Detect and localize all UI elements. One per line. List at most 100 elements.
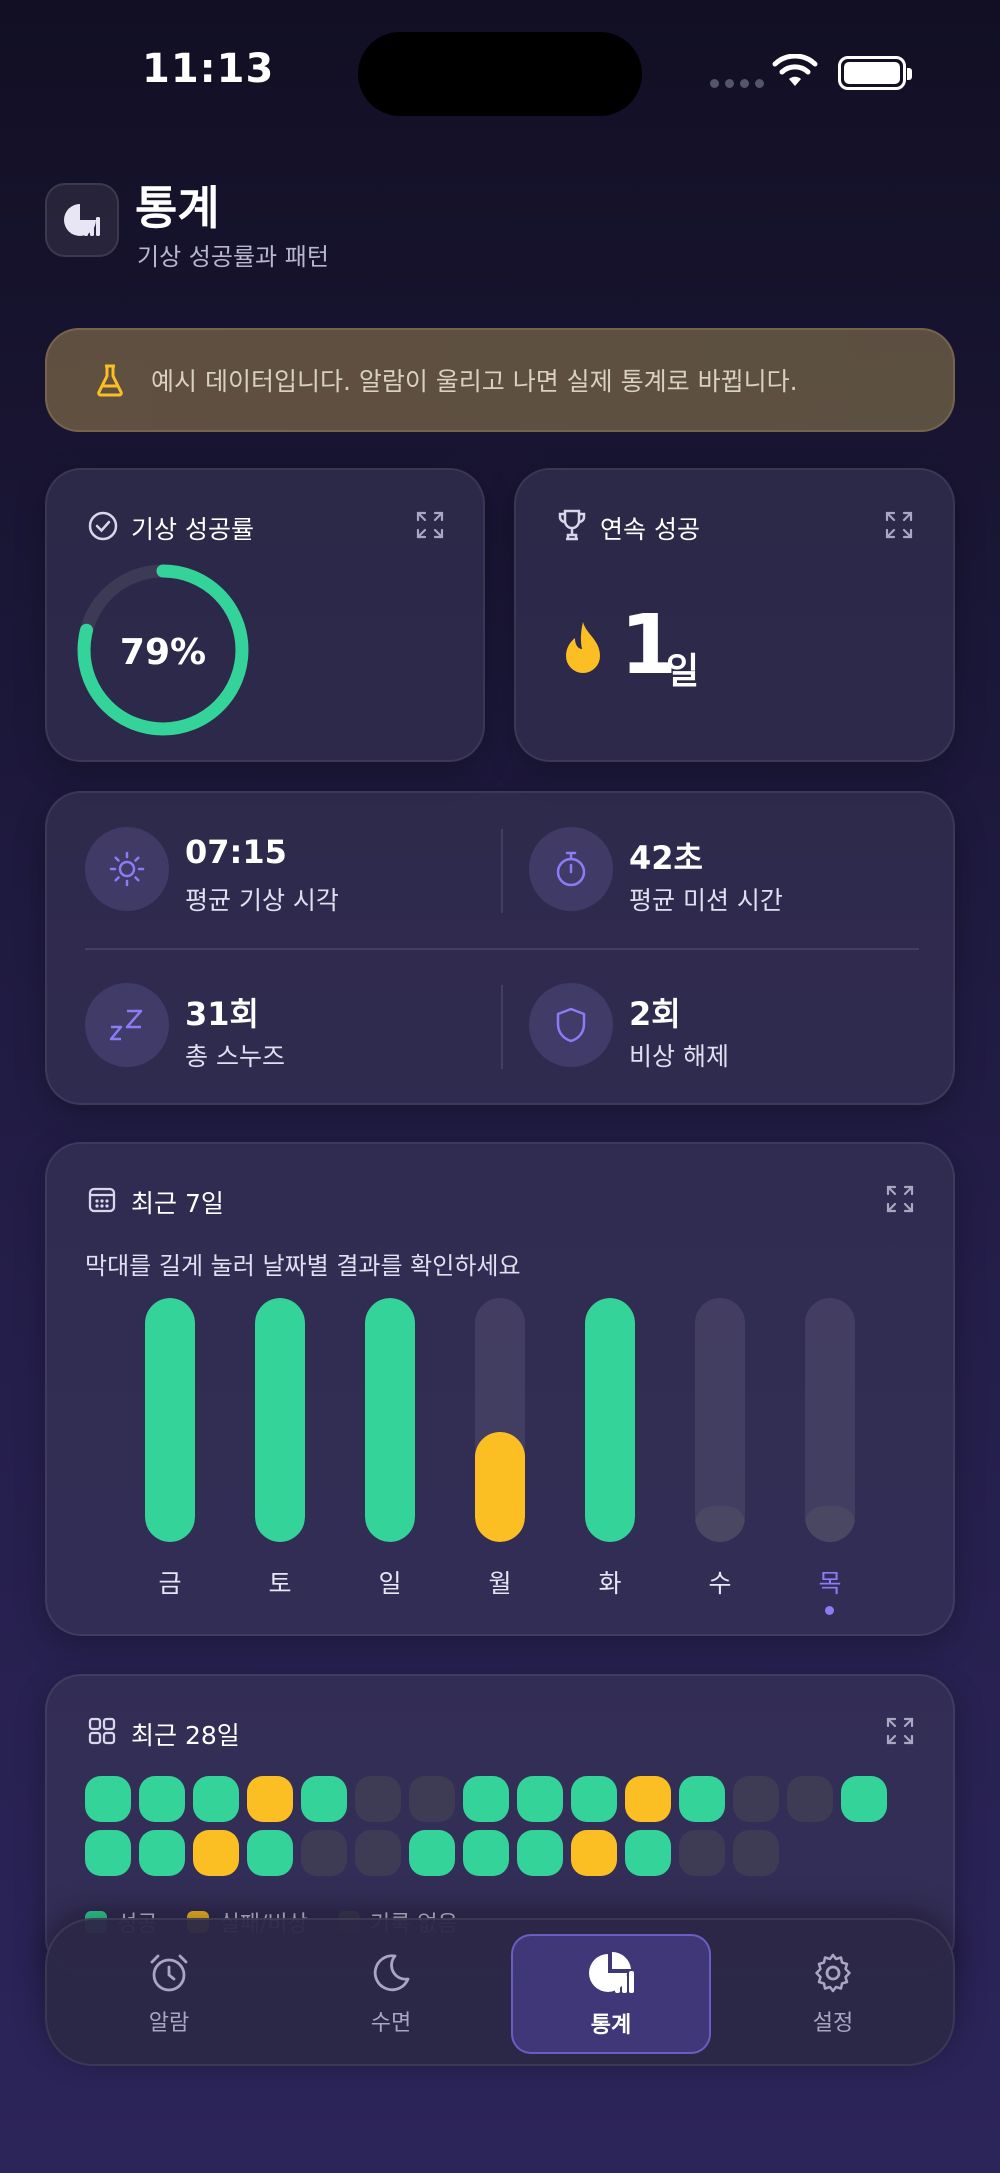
tab-sleep-label: 수면: [370, 2011, 412, 2036]
day-cell-fail[interactable]: [625, 1776, 671, 1822]
day-cell-none[interactable]: [409, 1776, 455, 1822]
day-cell-success[interactable]: [409, 1830, 455, 1876]
bar-success: [255, 1298, 305, 1542]
divider: [85, 948, 919, 950]
bar-none: [695, 1506, 745, 1542]
bar-label: 일: [378, 1569, 402, 1598]
bar-label: 월: [488, 1569, 512, 1598]
bar-track[interactable]: [255, 1298, 305, 1542]
chart-pie-icon: [589, 1951, 634, 1993]
day-cell-none[interactable]: [301, 1830, 347, 1876]
avg-mission-label: 평균 미션 시간: [629, 886, 783, 915]
bar-track[interactable]: [585, 1298, 635, 1542]
trophy-icon: [558, 509, 586, 541]
emergency-label: 비상 해제: [629, 1042, 729, 1071]
streak-unit: 일: [666, 651, 700, 692]
day-cell-success[interactable]: [517, 1776, 563, 1822]
bar-fail: [475, 1432, 525, 1542]
avg-mission-value: 42초: [629, 839, 703, 877]
bar-none: [805, 1506, 855, 1542]
today-indicator-dot: [825, 1606, 834, 1615]
day-cell-none[interactable]: [787, 1776, 833, 1822]
emergency-value: 2회: [629, 995, 681, 1033]
bar-label: 화: [598, 1569, 622, 1598]
moon-icon: [373, 1954, 410, 1992]
stopwatch-icon: [529, 827, 613, 911]
success-rate-card[interactable]: 기상 성공률 79%: [45, 468, 485, 762]
day-cell-success[interactable]: [193, 1776, 239, 1822]
snooze-value: 31회: [185, 995, 259, 1033]
page-subtitle: 기상 성공률과 패턴: [137, 243, 329, 271]
divider: [501, 985, 503, 1069]
day-cell-success[interactable]: [679, 1776, 725, 1822]
bar-label: 금: [158, 1569, 182, 1598]
day-cell-success[interactable]: [517, 1830, 563, 1876]
bottom-tab-bar: 알람 수면 통계 설정: [45, 1918, 955, 2066]
day-cell-success[interactable]: [139, 1830, 185, 1876]
expand-icon[interactable]: [884, 510, 914, 540]
streak-card[interactable]: 연속 성공 1 일: [514, 468, 955, 762]
day-cell-success[interactable]: [301, 1776, 347, 1822]
snooze-zz-icon: [85, 983, 169, 1067]
expand-icon[interactable]: [415, 510, 445, 540]
bar-success: [585, 1298, 635, 1542]
summary-stats-card: 07:15 평균 기상 시각 42초 평균 미션 시간 31회 총 스누즈 2회…: [45, 791, 955, 1105]
day-cell-none[interactable]: [733, 1830, 779, 1876]
shield-icon: [529, 983, 613, 1067]
tab-stats-label: 통계: [590, 2013, 632, 2038]
check-circle-icon: [88, 511, 118, 541]
snooze-label: 총 스누즈: [185, 1042, 285, 1071]
tab-alarm[interactable]: 알람: [69, 1934, 269, 2054]
avg-wake-label: 평균 기상 시각: [185, 886, 339, 915]
page-title: 통계: [135, 181, 220, 235]
day-cell-success[interactable]: [85, 1776, 131, 1822]
bar-label: 수: [708, 1569, 732, 1598]
bar-track[interactable]: [145, 1298, 195, 1542]
bar-track[interactable]: [805, 1298, 855, 1542]
dynamic-island: [358, 32, 642, 116]
bar-track[interactable]: [695, 1298, 745, 1542]
bar-label: 토: [268, 1569, 292, 1598]
day-cell-success[interactable]: [139, 1776, 185, 1822]
day-cell-success[interactable]: [247, 1830, 293, 1876]
day-cell-fail[interactable]: [571, 1830, 617, 1876]
bar-success: [365, 1298, 415, 1542]
success-rate-title: 기상 성공률: [131, 515, 254, 544]
day-cell-success[interactable]: [85, 1830, 131, 1876]
sample-data-notice: 예시 데이터입니다. 알람이 울리고 나면 실제 통계로 바뀝니다.: [45, 328, 955, 432]
day-cell-none[interactable]: [733, 1776, 779, 1822]
day-cell-none[interactable]: [679, 1830, 725, 1876]
weekly-bar-chart: 금토일월화수목: [47, 1144, 957, 1638]
day-cell-success[interactable]: [463, 1830, 509, 1876]
tab-alarm-label: 알람: [148, 2011, 190, 2036]
wifi-icon: [772, 54, 818, 86]
battery-icon: [838, 56, 912, 90]
bar-success: [145, 1298, 195, 1542]
day-cell-success[interactable]: [841, 1776, 887, 1822]
streak-title: 연속 성공: [600, 515, 700, 544]
day-cell-success[interactable]: [571, 1776, 617, 1822]
divider: [501, 829, 503, 913]
bar-track[interactable]: [475, 1298, 525, 1542]
notice-text: 예시 데이터입니다. 알람이 울리고 나면 실제 통계로 바뀝니다.: [151, 367, 798, 396]
stats-logo-icon: [45, 183, 119, 257]
alarm-clock-icon: [150, 1954, 188, 1992]
success-rate-value: 79%: [119, 632, 207, 673]
tab-settings[interactable]: 설정: [733, 1934, 933, 2054]
day-cell-success[interactable]: [463, 1776, 509, 1822]
day-cell-success[interactable]: [625, 1830, 671, 1876]
day-cell-none[interactable]: [355, 1776, 401, 1822]
cellular-signal-icon: [710, 79, 764, 88]
day-cell-fail[interactable]: [247, 1776, 293, 1822]
tab-settings-label: 설정: [812, 2011, 854, 2036]
tab-stats[interactable]: 통계: [511, 1934, 711, 2054]
weekly-chart-card[interactable]: 최근 7일 막대를 길게 눌러 날짜별 결과를 확인하세요 금토일월화수목: [45, 1142, 955, 1636]
tab-sleep[interactable]: 수면: [291, 1934, 491, 2054]
flame-icon: [566, 622, 600, 673]
sun-icon: [85, 827, 169, 911]
bar-track[interactable]: [365, 1298, 415, 1542]
avg-wake-value: 07:15: [185, 833, 287, 871]
day-cell-none[interactable]: [355, 1830, 401, 1876]
bar-label: 목: [818, 1569, 842, 1598]
day-cell-fail[interactable]: [193, 1830, 239, 1876]
